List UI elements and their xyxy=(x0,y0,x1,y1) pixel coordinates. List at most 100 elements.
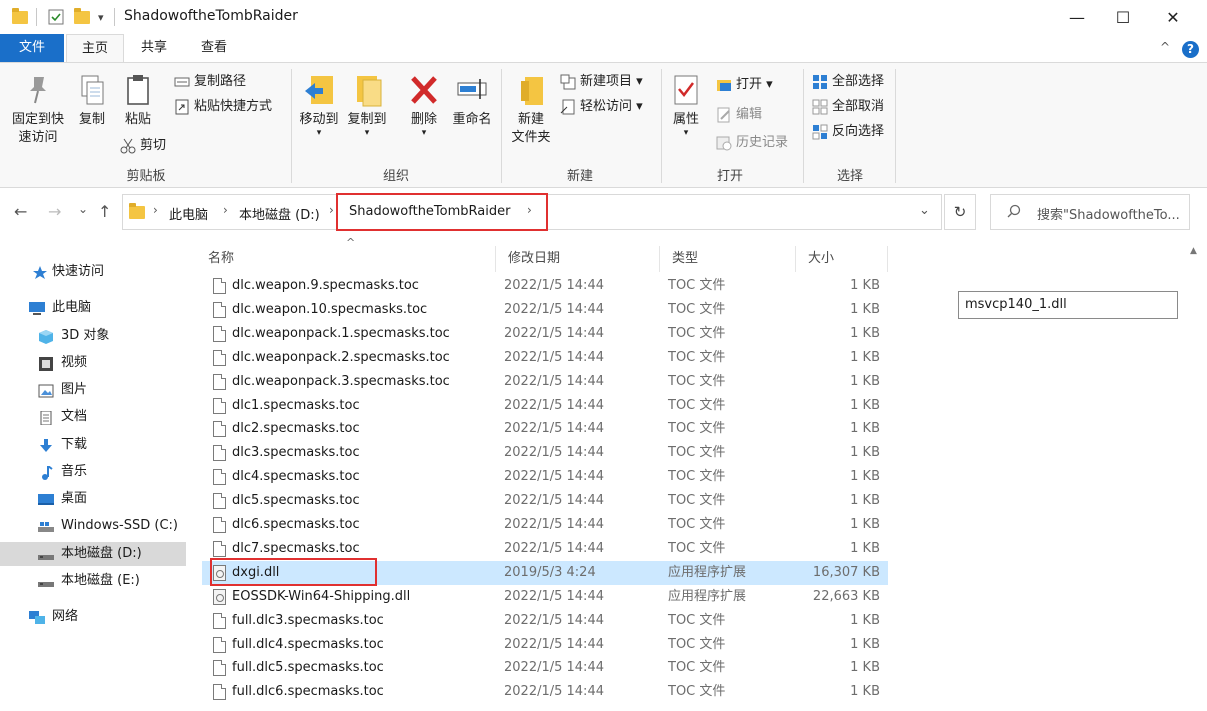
file-row[interactable]: full.dlc6.specmasks.toc 2022/1/5 14:44 TOC… xyxy=(202,680,888,704)
copy-button[interactable]: 复制 xyxy=(72,73,112,129)
new-folder-label: 新建 文件夹 xyxy=(511,112,551,145)
history-label: 历史记录 xyxy=(736,135,789,150)
help-icon[interactable]: ? xyxy=(1182,41,1199,58)
refresh-button[interactable]: ↻ xyxy=(944,194,976,230)
file-size: 1 KB xyxy=(850,421,880,437)
file-modified: 2022/1/5 14:44 xyxy=(504,636,604,652)
new-item-button[interactable]: 新建项目 ▾ xyxy=(560,71,643,93)
file-row[interactable]: dlc.weapon.9.specmasks.toc 2022/1/5 14:44… xyxy=(202,274,888,298)
file-name: dlc5.specmasks.toc xyxy=(232,493,360,509)
tab-share[interactable]: 共享 xyxy=(128,34,180,62)
file-size: 1 KB xyxy=(850,660,880,676)
close-button[interactable]: ✕ xyxy=(1150,0,1196,34)
properties-quick-icon[interactable] xyxy=(48,7,64,27)
tab-view[interactable]: 查看 xyxy=(188,34,240,62)
sidebar-item-pictures[interactable]: 图片 xyxy=(0,378,186,402)
sidebar-item-downloads[interactable]: 下载 xyxy=(0,433,186,457)
sidebar-item-videos[interactable]: 视频 xyxy=(0,351,186,375)
rename-icon xyxy=(456,73,488,107)
column-header-type[interactable]: 类型 xyxy=(660,246,796,272)
tab-home[interactable]: 主页 xyxy=(66,34,124,62)
scroll-up-arrow[interactable]: ▲ xyxy=(1190,246,1197,256)
search-input[interactable]: 搜索"ShadowoftheTo... xyxy=(1037,204,1180,223)
new-folder-quick-icon[interactable] xyxy=(74,7,90,27)
file-row[interactable]: dlc.weapon.10.specmasks.toc 2022/1/5 14:4… xyxy=(202,298,888,322)
sidebar-item-label: 3D 对象 xyxy=(61,328,110,343)
sidebar-item-drive-d[interactable]: 本地磁盘 (D:) xyxy=(0,542,186,566)
folder-icon[interactable] xyxy=(12,7,28,27)
file-row[interactable]: dlc1.specmasks.toc 2022/1/5 14:44 TOC 文件 1 … xyxy=(202,394,888,418)
file-icon xyxy=(213,397,226,414)
file-row[interactable]: full.dlc3.specmasks.toc 2022/1/5 14:44 TOC… xyxy=(202,609,888,633)
move-to-button[interactable]: 移动到 ▾ xyxy=(296,73,342,138)
paste-shortcut-button[interactable]: 粘贴快捷方式 xyxy=(174,96,272,118)
delete-x-icon xyxy=(408,73,440,107)
paste-shortcut-icon xyxy=(174,99,190,115)
search-box[interactable]: 搜索"ShadowoftheTo... xyxy=(990,194,1190,230)
sidebar-item-label: 本地磁盘 (D:) xyxy=(61,546,142,561)
sidebar-item-quick-access[interactable]: 快速访问 xyxy=(0,260,186,284)
sidebar-item-drive-c[interactable]: Windows-SSD (C:) xyxy=(0,514,186,538)
tab-file[interactable]: 文件 xyxy=(0,34,64,62)
file-row[interactable]: dlc5.specmasks.toc 2022/1/5 14:44 TOC 文件 1 … xyxy=(202,489,888,513)
column-header-modified[interactable]: 修改日期 xyxy=(496,246,660,272)
file-row[interactable]: dlc3.specmasks.toc 2022/1/5 14:44 TOC 文件 1 … xyxy=(202,441,888,465)
pin-quick-access-button[interactable]: 固定到快 速访问 xyxy=(6,73,70,147)
history-button[interactable]: 历史记录 xyxy=(716,132,788,154)
column-header-name[interactable]: 名称 xyxy=(196,246,496,272)
sidebar-item-music[interactable]: 音乐 xyxy=(0,460,186,484)
file-modified: 2022/1/5 14:44 xyxy=(504,373,604,389)
file-icon xyxy=(213,684,226,701)
invert-selection-button[interactable]: 反向选择 xyxy=(812,121,884,143)
file-row[interactable]: dlc.weaponpack.2.specmasks.toc 2022/1/5 1… xyxy=(202,346,888,370)
column-header-size[interactable]: 大小 xyxy=(796,246,888,272)
copy-to-button[interactable]: 复制到 ▾ xyxy=(344,73,390,138)
new-folder-button[interactable]: 新建 文件夹 xyxy=(506,73,556,147)
easy-access-button[interactable]: 轻松访问 ▾ xyxy=(560,96,643,118)
file-type: TOC 文件 xyxy=(668,636,726,652)
select-none-button[interactable]: 全部取消 xyxy=(812,96,884,118)
file-modified: 2022/1/5 14:44 xyxy=(504,445,604,461)
sidebar-item-network[interactable]: 网络 xyxy=(0,605,186,629)
up-button[interactable]: ↑ xyxy=(98,202,111,221)
file-row[interactable]: dlc4.specmasks.toc 2022/1/5 14:44 TOC 文件 1 … xyxy=(202,465,888,489)
rename-button[interactable]: 重命名 xyxy=(448,73,496,129)
file-row[interactable]: dlc6.specmasks.toc 2022/1/5 14:44 TOC 文件 1 … xyxy=(202,513,888,537)
forward-button[interactable]: → xyxy=(48,202,61,221)
sidebar-item-desktop[interactable]: 桌面 xyxy=(0,487,186,511)
sidebar-item-3d-objects[interactable]: 3D 对象 xyxy=(0,324,186,348)
file-row[interactable]: dlc.weaponpack.3.specmasks.toc 2022/1/5 1… xyxy=(202,370,888,394)
breadcrumb-drive-d[interactable]: 本地磁盘 (D:) xyxy=(239,204,320,223)
sidebar-item-drive-e[interactable]: 本地磁盘 (E:) xyxy=(0,569,186,593)
open-button[interactable]: 打开 ▾ xyxy=(716,74,773,96)
open-icon xyxy=(716,77,732,93)
edit-button[interactable]: 编辑 xyxy=(716,104,762,126)
copy-path-button[interactable]: 复制路径 xyxy=(174,71,246,93)
sidebar-item-this-pc[interactable]: 此电脑 xyxy=(0,296,186,320)
file-row[interactable]: full.dlc4.specmasks.toc 2022/1/5 14:44 TOC… xyxy=(202,633,888,657)
cut-button[interactable]: 剪切 xyxy=(120,135,166,157)
file-type: TOC 文件 xyxy=(668,301,726,317)
quick-access-dropdown[interactable]: ▾ xyxy=(98,7,104,27)
delete-button[interactable]: 删除 ▾ xyxy=(402,73,446,138)
open-label[interactable]: 打开 ▾ xyxy=(736,74,773,96)
file-row[interactable]: EOSSDK-Win64-Shipping.dll 2022/1/5 14:44 应… xyxy=(202,585,888,609)
breadcrumb-this-pc[interactable]: 此电脑 xyxy=(169,204,208,223)
new-group-label: 新建 xyxy=(566,169,593,184)
address-dropdown-button[interactable]: ⌄ xyxy=(919,203,930,218)
file-row[interactable]: dlc2.specmasks.toc 2022/1/5 14:44 TOC 文件 1 … xyxy=(202,417,888,441)
sidebar-item-documents[interactable]: 文档 xyxy=(0,405,186,429)
recent-locations-button[interactable]: ⌄ xyxy=(78,202,88,216)
select-all-button[interactable]: 全部选择 xyxy=(812,71,884,93)
file-modified: 2022/1/5 14:44 xyxy=(504,612,604,628)
file-type: TOC 文件 xyxy=(668,278,726,293)
back-button[interactable]: ← xyxy=(14,202,27,221)
collapse-ribbon-button[interactable]: ^ xyxy=(1160,40,1170,54)
file-row[interactable]: dlc.weaponpack.1.specmasks.toc 2022/1/5 1… xyxy=(202,322,888,346)
properties-button[interactable]: 属性 ▾ xyxy=(666,73,706,138)
minimize-button[interactable]: — xyxy=(1054,0,1100,34)
maximize-button[interactable]: ☐ xyxy=(1100,0,1146,34)
paste-button[interactable]: 粘贴 xyxy=(116,73,160,129)
file-row[interactable]: full.dlc5.specmasks.toc 2022/1/5 14:44 TOC… xyxy=(202,656,888,680)
rename-field[interactable]: msvcp140_1.dll xyxy=(958,291,1178,319)
